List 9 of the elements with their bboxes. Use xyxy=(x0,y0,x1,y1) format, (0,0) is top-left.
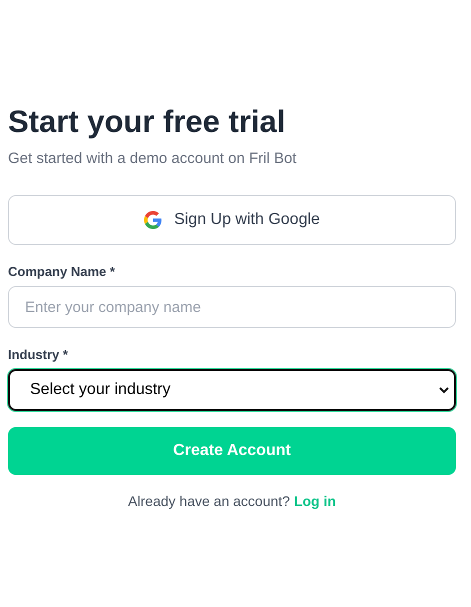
login-prompt: Already have an account? xyxy=(128,493,290,509)
field-label: Industry * xyxy=(8,347,68,363)
google-icon xyxy=(144,211,162,229)
subtitle: Get started with a demo account on Fril Bot xyxy=(8,149,296,169)
page-title: Start your free trial xyxy=(8,104,286,140)
field-label: Company Name * xyxy=(8,264,115,280)
google-signup-button[interactable]: Sign Up with Google xyxy=(8,195,456,245)
industry-select[interactable]: Select your industry xyxy=(8,369,456,411)
company-name-field[interactable]: Enter your company name xyxy=(8,286,456,328)
